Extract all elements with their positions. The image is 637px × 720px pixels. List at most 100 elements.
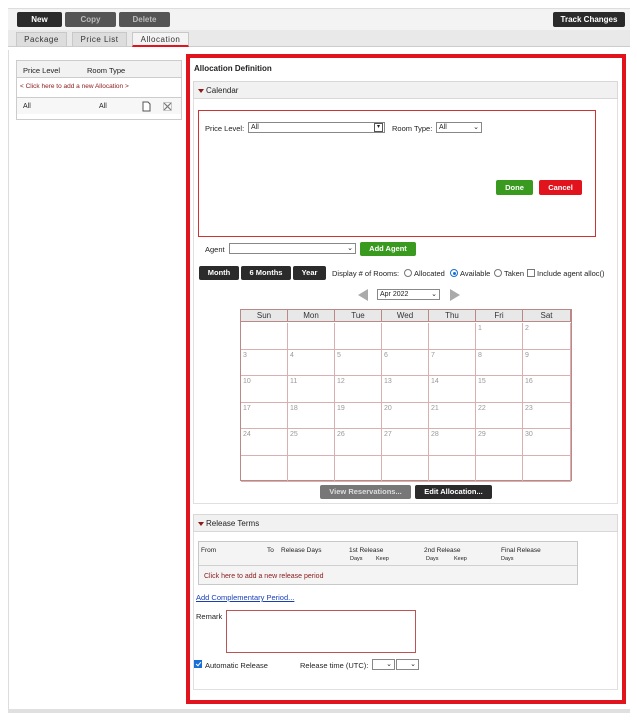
calendar-day-cell[interactable]: [241, 455, 288, 482]
sub-days: Days: [350, 556, 363, 562]
dropdown-arrow-icon: ▾: [374, 123, 383, 132]
calendar-day-cell[interactable]: 14: [429, 376, 476, 403]
calendar-day-cell[interactable]: 4: [288, 349, 335, 376]
collapse-triangle-icon: [198, 522, 204, 526]
automatic-release-checkbox[interactable]: [194, 660, 202, 668]
add-release-period-link[interactable]: Click here to add a new release period: [204, 573, 323, 580]
top-toolbar: New Copy Delete Track Changes: [8, 8, 630, 30]
allocation-list-header: Price Level Room Type: [17, 61, 181, 78]
include-agent-checkbox[interactable]: [527, 269, 535, 277]
calendar-day-cell[interactable]: 21: [429, 402, 476, 429]
calendar-day-cell[interactable]: [241, 323, 288, 350]
allocated-label: Allocated: [414, 269, 445, 278]
price-level-select[interactable]: All ▾: [248, 122, 385, 133]
cancel-button[interactable]: Cancel: [539, 180, 582, 195]
release-hour-select[interactable]: ⌄: [372, 659, 395, 670]
col-final-release: Final Release: [501, 547, 541, 554]
calendar-day-cell[interactable]: [476, 455, 523, 482]
calendar-day-cell[interactable]: [335, 455, 382, 482]
tab-price-list[interactable]: Price List: [72, 32, 127, 46]
calendar-day-cell[interactable]: [288, 323, 335, 350]
calendar-day-cell[interactable]: 24: [241, 429, 288, 456]
chevron-down-icon: ⌄: [386, 661, 392, 668]
col-price-level: Price Level: [23, 66, 61, 75]
calendar-day-cell[interactable]: 23: [523, 402, 571, 429]
col-1st-release: 1st Release: [349, 547, 384, 554]
display-rooms-label: Display # of Rooms:: [332, 269, 400, 278]
agent-select[interactable]: ⌄: [229, 243, 356, 254]
taken-radio[interactable]: [494, 269, 502, 277]
calendar-day-cell[interactable]: 16: [523, 376, 571, 403]
calendar-day-cell[interactable]: [382, 323, 429, 350]
copy-button[interactable]: Copy: [65, 12, 116, 27]
calendar-day-cell[interactable]: 1: [476, 323, 523, 350]
calendar-day-cell[interactable]: 25: [288, 429, 335, 456]
calendar-day-cell[interactable]: 30: [523, 429, 571, 456]
table-row[interactable]: All All: [17, 97, 181, 114]
calendar-day-cell[interactable]: 26: [335, 429, 382, 456]
remark-textarea[interactable]: [226, 610, 416, 653]
delete-icon[interactable]: [163, 102, 172, 111]
bottom-scrollbar[interactable]: [8, 709, 630, 713]
new-button[interactable]: New: [17, 12, 62, 27]
calendar-day-cell[interactable]: 22: [476, 402, 523, 429]
calendar-day-cell[interactable]: 2: [523, 323, 571, 350]
add-complementary-period-link[interactable]: Add Complementary Period...: [196, 593, 294, 602]
calendar-day-cell[interactable]: 6: [382, 349, 429, 376]
calendar-day-cell[interactable]: [335, 323, 382, 350]
calendar-day-cell[interactable]: [288, 455, 335, 482]
weekday-header: Thu: [429, 310, 476, 322]
tab-allocation[interactable]: Allocation: [132, 32, 189, 47]
calendar-day-cell[interactable]: 12: [335, 376, 382, 403]
view-reservations-button[interactable]: View Reservations...: [320, 485, 411, 499]
add-allocation-link[interactable]: < Click here to add a new Allocation >: [20, 83, 129, 90]
calendar-day-cell[interactable]: 13: [382, 376, 429, 403]
calendar-day-cell[interactable]: 8: [476, 349, 523, 376]
calendar-day-cell[interactable]: 7: [429, 349, 476, 376]
year-view-button[interactable]: Year: [293, 266, 326, 280]
release-terms-section-header[interactable]: Release Terms: [193, 514, 618, 532]
allocated-radio[interactable]: [404, 269, 412, 277]
release-minute-select[interactable]: ⌄: [396, 659, 419, 670]
calendar-day-cell[interactable]: 29: [476, 429, 523, 456]
price-level-label: Price Level:: [205, 124, 245, 133]
calendar-day-cell[interactable]: 18: [288, 402, 335, 429]
calendar-day-cell[interactable]: 15: [476, 376, 523, 403]
calendar-day-cell[interactable]: 28: [429, 429, 476, 456]
calendar-day-cell[interactable]: [523, 455, 571, 482]
six-months-view-button[interactable]: 6 Months: [241, 266, 291, 280]
calendar-day-cell[interactable]: 19: [335, 402, 382, 429]
copy-icon[interactable]: [142, 101, 151, 112]
month-select[interactable]: Apr 2022 ⌄: [377, 289, 440, 300]
calendar-day-cell[interactable]: [382, 455, 429, 482]
release-time-label: Release time (UTC):: [300, 661, 369, 670]
include-agent-label: Include agent alloc(): [537, 269, 605, 278]
edit-allocation-button[interactable]: Edit Allocation...: [415, 485, 492, 499]
calendar-day-cell[interactable]: 10: [241, 376, 288, 403]
calendar-day-cell[interactable]: [429, 323, 476, 350]
add-agent-button[interactable]: Add Agent: [360, 242, 416, 256]
tab-package[interactable]: Package: [16, 32, 67, 46]
available-radio[interactable]: [450, 269, 458, 277]
delete-button[interactable]: Delete: [119, 12, 170, 27]
track-changes-button[interactable]: Track Changes: [553, 12, 625, 27]
calendar-day-cell[interactable]: 11: [288, 376, 335, 403]
calendar-section-label: Calendar: [206, 86, 239, 95]
allocation-definition-title: Allocation Definition: [194, 64, 272, 73]
prev-month-arrow-icon[interactable]: [358, 289, 368, 301]
chevron-down-icon: ⌄: [347, 245, 353, 252]
calendar-day-cell[interactable]: 9: [523, 349, 571, 376]
sub-keep: Keep: [376, 556, 389, 562]
calendar-day-cell[interactable]: 17: [241, 402, 288, 429]
calendar-section-header[interactable]: Calendar: [193, 81, 618, 99]
calendar-day-cell[interactable]: 3: [241, 349, 288, 376]
month-view-button[interactable]: Month: [199, 266, 239, 280]
calendar-day-cell[interactable]: 20: [382, 402, 429, 429]
next-month-arrow-icon[interactable]: [450, 289, 460, 301]
calendar-day-cell[interactable]: [429, 455, 476, 482]
calendar-day-cell[interactable]: 5: [335, 349, 382, 376]
room-type-select[interactable]: All ⌄: [436, 122, 482, 133]
room-type-label: Room Type:: [392, 124, 433, 133]
calendar-day-cell[interactable]: 27: [382, 429, 429, 456]
done-button[interactable]: Done: [496, 180, 533, 195]
